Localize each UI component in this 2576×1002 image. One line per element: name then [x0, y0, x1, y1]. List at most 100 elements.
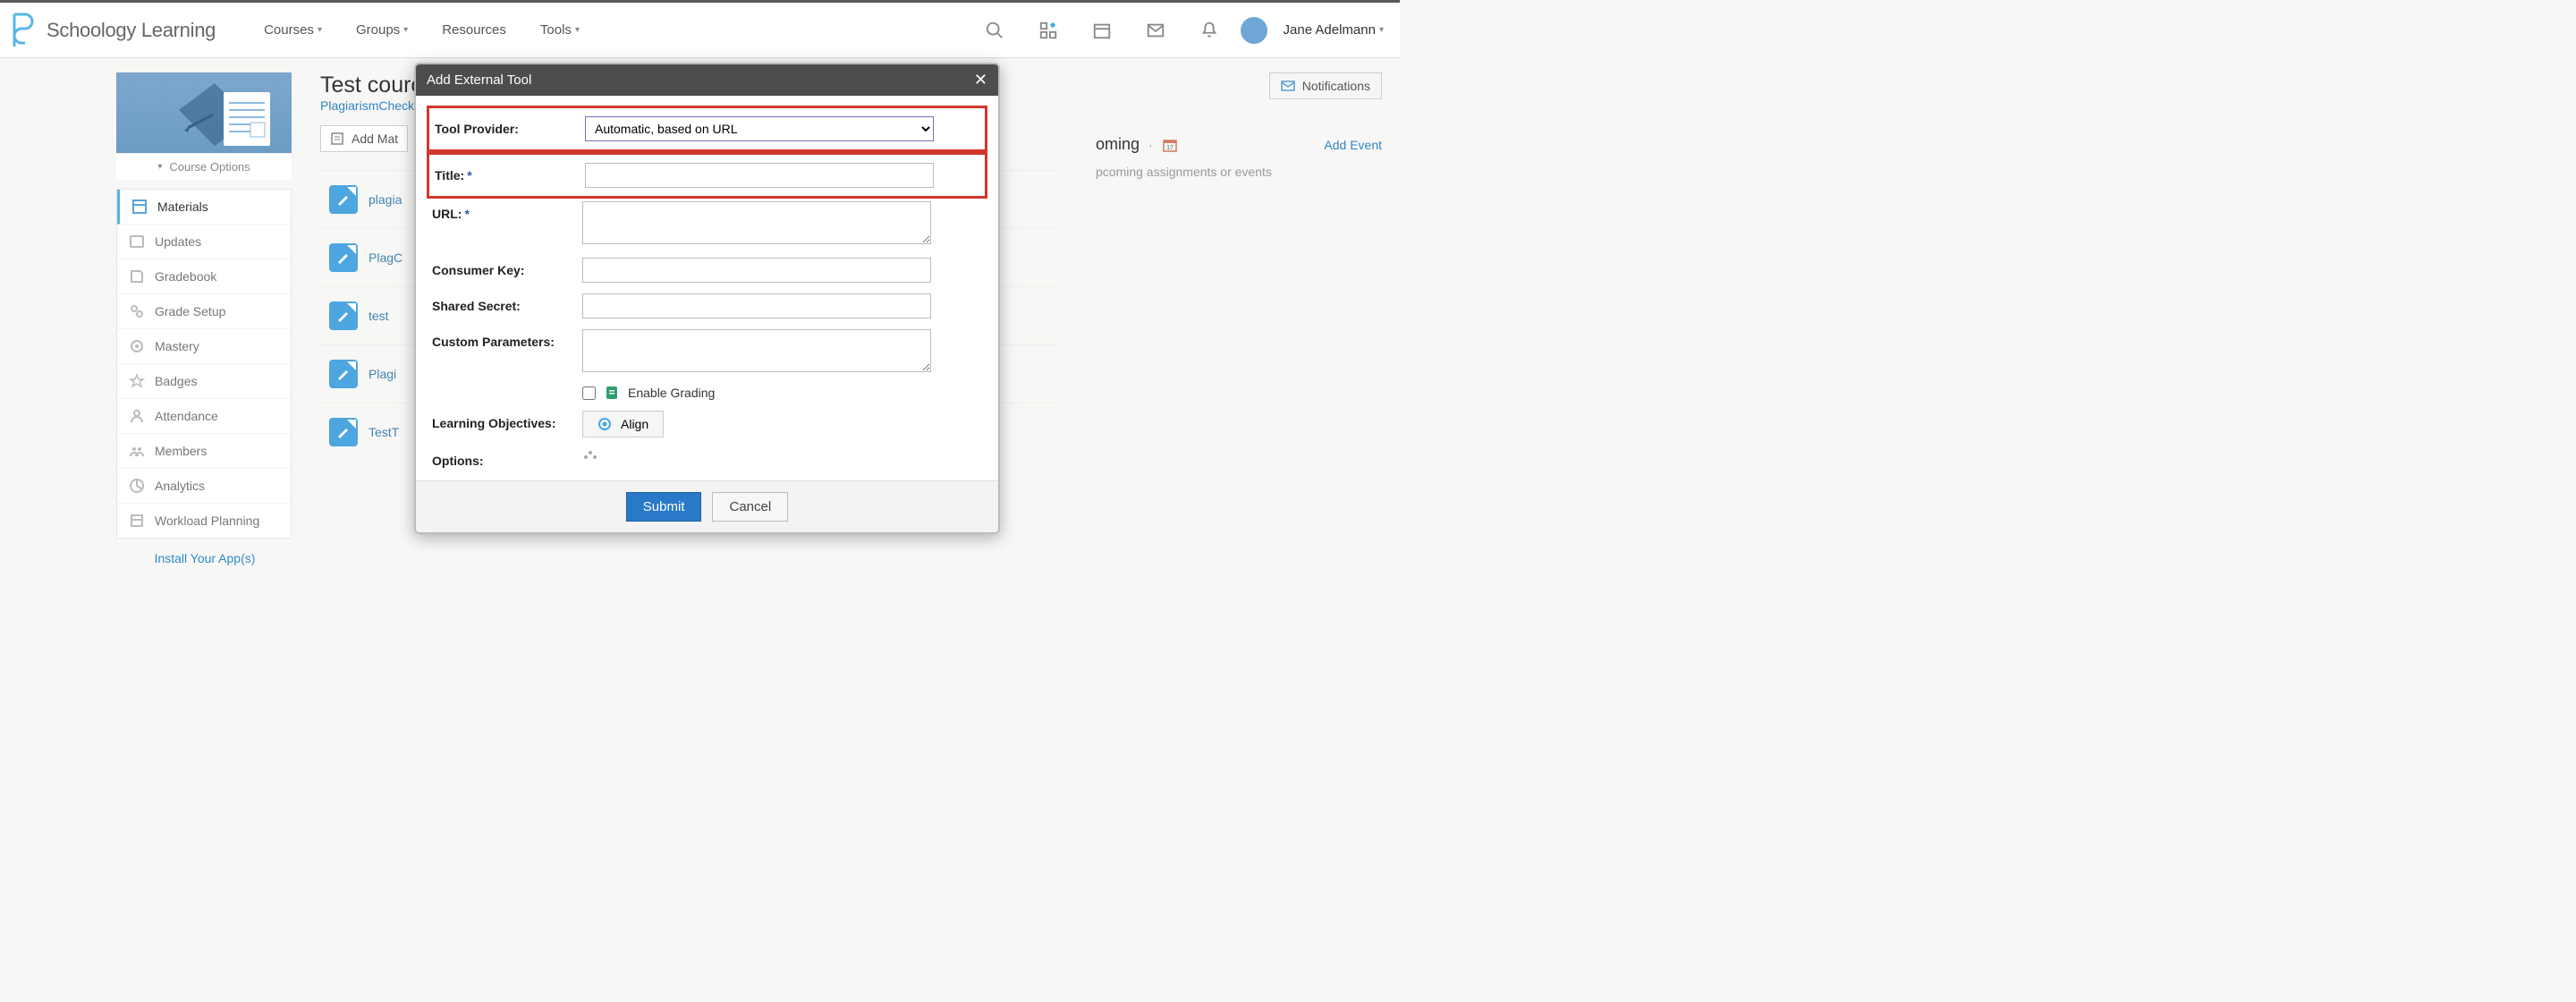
powerschool-logo-icon [9, 13, 38, 48]
mail-icon [1281, 81, 1295, 91]
material-name: test [369, 309, 389, 323]
chevron-down-icon: ▾ [1379, 25, 1384, 35]
label-tool-provider: Tool Provider: [435, 116, 585, 136]
brand-block[interactable]: Schoology Learning [9, 13, 216, 48]
form-row-shared-secret: Shared Secret: [432, 288, 982, 324]
sidebar-item-analytics[interactable]: Analytics [117, 469, 291, 504]
sidebar-item-attendance[interactable]: Attendance [117, 399, 291, 434]
search-icon[interactable] [985, 21, 1004, 40]
consumer-key-input[interactable] [582, 258, 931, 283]
apps-icon[interactable] [1038, 21, 1058, 40]
chevron-down-icon: ▾ [157, 162, 162, 172]
label-options: Options: [432, 448, 582, 468]
shared-secret-input[interactable] [582, 293, 931, 318]
highlighted-provider-row: Tool Provider: Automatic, based on URL [427, 106, 987, 152]
label-title: Title:* [435, 163, 585, 183]
sidebar-item-label: Mastery [155, 339, 199, 353]
sidebar-item-updates[interactable]: Updates [117, 225, 291, 259]
close-icon[interactable]: ✕ [974, 71, 987, 89]
sidebar-item-label: Materials [157, 200, 208, 214]
sidebar-item-label: Gradebook [155, 269, 216, 284]
updates-icon [128, 233, 146, 250]
nav-resources[interactable]: Resources [429, 22, 519, 38]
topbar: Schoology Learning Courses▾ Groups▾ Reso… [0, 0, 1400, 58]
upcoming-title: oming [1096, 135, 1140, 154]
course-options-toggle[interactable]: ▾ Course Options [116, 153, 292, 180]
user-menu[interactable]: Jane Adelmann ▾ [1284, 22, 1384, 38]
attendance-icon [128, 407, 146, 425]
material-tile-icon [329, 243, 358, 272]
members-icon [128, 442, 146, 460]
enable-grading-checkbox[interactable] [582, 386, 596, 400]
nav-tools-label: Tools [540, 22, 572, 38]
material-name: TestT [369, 425, 399, 439]
user-avatar[interactable] [1241, 17, 1267, 44]
modal-header: Add External Tool ✕ [416, 64, 998, 96]
sidebar-item-workload[interactable]: Workload Planning [117, 504, 291, 538]
nav-groups[interactable]: Groups▾ [343, 22, 420, 38]
sidebar-item-label: Workload Planning [155, 514, 259, 528]
align-button[interactable]: Align [582, 411, 664, 437]
mail-icon[interactable] [1146, 21, 1165, 40]
analytics-icon [128, 477, 146, 495]
grade-setup-icon [128, 302, 146, 320]
calendar-icon: 17 [1162, 137, 1178, 153]
enable-grading-label: Enable Grading [628, 386, 715, 400]
form-row-options: Options: [432, 443, 982, 473]
sidebar-item-label: Grade Setup [155, 304, 225, 318]
custom-parameters-input[interactable] [582, 329, 931, 372]
materials-icon [131, 198, 148, 216]
url-input[interactable] [582, 201, 931, 244]
label-url: URL:* [432, 201, 582, 221]
title-input[interactable] [585, 163, 934, 188]
notifications-label: Notifications [1302, 79, 1370, 93]
sidebar-item-label: Updates [155, 234, 201, 249]
nav-resources-label: Resources [442, 22, 506, 38]
sidebar-item-label: Analytics [155, 479, 205, 493]
install-apps-label: Install Your App(s) [155, 551, 256, 565]
material-tile-icon [329, 418, 358, 446]
nav-tools[interactable]: Tools▾ [528, 22, 592, 38]
install-apps-link[interactable]: Install Your App(s) [116, 539, 293, 578]
add-materials-button[interactable]: Add Mat [320, 125, 408, 152]
sidebar-item-materials[interactable]: Materials [117, 190, 291, 225]
highlighted-title-row: Title:* [427, 152, 987, 199]
sidebar-item-badges[interactable]: Badges [117, 364, 291, 399]
form-row-provider: Tool Provider: Automatic, based on URL [435, 111, 979, 147]
sidebar-item-gradebook[interactable]: Gradebook [117, 259, 291, 294]
label-custom-parameters: Custom Parameters: [432, 329, 582, 349]
sidebar-item-members[interactable]: Members [117, 434, 291, 469]
course-section-link[interactable]: PlagiarismCheck.o [320, 98, 425, 113]
bell-icon[interactable] [1199, 21, 1219, 40]
add-event-link[interactable]: Add Event [1324, 138, 1382, 152]
cancel-button[interactable]: Cancel [712, 492, 788, 522]
course-sidemenu: Materials Updates Gradebook Grade Setup [116, 189, 292, 539]
modal-body: Tool Provider: Automatic, based on URL T… [416, 96, 998, 480]
course-options-label: Course Options [169, 160, 250, 174]
target-icon [597, 417, 612, 431]
modal-footer: Submit Cancel [416, 480, 998, 532]
label-consumer-key: Consumer Key: [432, 258, 582, 277]
label-shared-secret: Shared Secret: [432, 293, 582, 313]
upcoming-header: oming · 17 Add Event [1096, 135, 1382, 154]
brand-text: Schoology Learning [47, 19, 216, 42]
material-tile-icon [329, 360, 358, 388]
sidebar-item-mastery[interactable]: Mastery [117, 329, 291, 364]
options-menu[interactable] [582, 448, 982, 463]
gradebook-icon [128, 267, 146, 285]
course-hero-illustration [179, 83, 286, 153]
calendar-icon[interactable] [1092, 21, 1112, 40]
form-row-title: Title:* [435, 157, 979, 193]
right-column: Notifications oming · 17 Add Event pcomi… [1078, 72, 1400, 546]
nav-courses[interactable]: Courses▾ [251, 22, 335, 38]
notifications-button[interactable]: Notifications [1269, 72, 1382, 99]
course-hero-image [116, 72, 292, 153]
sidebar-item-grade-setup[interactable]: Grade Setup [117, 294, 291, 329]
form-row-learning-objectives: Learning Objectives: Align [432, 405, 982, 443]
mastery-icon [128, 337, 146, 355]
add-external-tool-modal: Add External Tool ✕ Tool Provider: Autom… [414, 63, 1000, 534]
tool-provider-select[interactable]: Automatic, based on URL [585, 116, 934, 141]
submit-button[interactable]: Submit [626, 492, 702, 522]
align-label: Align [621, 417, 648, 431]
chevron-down-icon: ▾ [575, 25, 580, 35]
